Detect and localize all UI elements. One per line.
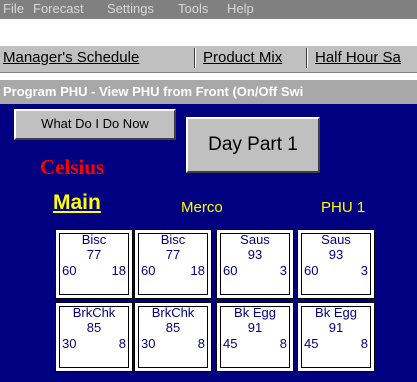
slot-temperature: 85 xyxy=(165,320,181,335)
slot-value-right: 3 xyxy=(279,263,287,278)
tab-strip: Manager's Schedule Product Mix Half Hour… xyxy=(0,45,417,73)
slot-value-left: 45 xyxy=(304,336,319,351)
slot-value-left: 60 xyxy=(62,263,77,278)
main-label: Main xyxy=(53,191,101,214)
program-title-bar: Program PHU - View PHU from Front (On/Of… xyxy=(0,80,417,104)
temperature-unit-label: Celsius xyxy=(40,155,105,179)
what-do-i-do-now-button[interactable]: What Do I Do Now xyxy=(14,109,176,140)
slot-temperature: 91 xyxy=(328,320,344,335)
slot-product: Saus xyxy=(240,232,270,247)
tab-half-hour-sales[interactable]: Half Hour Sa xyxy=(315,49,401,67)
day-part-button[interactable]: Day Part 1 xyxy=(186,117,320,173)
slot-value-left: 30 xyxy=(141,336,156,351)
phu-slot-bisc-2[interactable]: Bisc 77 60 18 xyxy=(134,229,212,299)
slot-temperature: 91 xyxy=(247,320,263,335)
program-title: Program PHU - View PHU from Front (On/Of… xyxy=(3,84,304,99)
tab-separator xyxy=(306,48,308,68)
phu-slot-saus-1[interactable]: Saus 93 60 3 xyxy=(216,229,294,299)
menu-settings[interactable]: Settings xyxy=(107,1,154,17)
phu-slot-brkchk-1[interactable]: BrkChk 85 30 8 xyxy=(55,302,133,372)
slot-temperature: 93 xyxy=(328,247,344,262)
slot-value-right: 18 xyxy=(190,263,205,278)
slot-product: Bk Egg xyxy=(234,305,276,320)
phu-slot-brkchk-2[interactable]: BrkChk 85 30 8 xyxy=(134,302,212,372)
slot-value-left: 45 xyxy=(223,336,238,351)
slot-temperature: 77 xyxy=(86,247,102,262)
phu-slot-saus-2[interactable]: Saus 93 60 3 xyxy=(297,229,375,299)
phu-slot-bisc-1[interactable]: Bisc 77 60 18 xyxy=(55,229,133,299)
slot-value-left: 60 xyxy=(223,263,238,278)
menu-forecast[interactable]: Forecast xyxy=(33,1,84,17)
slot-value-right: 8 xyxy=(197,336,205,351)
slot-temperature: 85 xyxy=(86,320,102,335)
menu-bar: File Forecast Settings Tools Help xyxy=(0,0,417,19)
slot-value-right: 18 xyxy=(111,263,126,278)
phu-label: PHU 1 xyxy=(321,199,366,216)
slot-temperature: 77 xyxy=(165,247,181,262)
slot-value-right: 3 xyxy=(360,263,368,278)
phu-slot-bk-egg-2[interactable]: Bk Egg 91 45 8 xyxy=(297,302,375,372)
menu-help[interactable]: Help xyxy=(227,1,254,17)
slot-product: BrkChk xyxy=(72,305,116,320)
slot-value-right: 8 xyxy=(360,336,368,351)
tab-managers-schedule[interactable]: Manager's Schedule xyxy=(3,49,139,67)
menu-file[interactable]: File xyxy=(3,1,24,17)
slot-value-right: 8 xyxy=(118,336,126,351)
slot-product: Bisc xyxy=(81,232,107,247)
slot-product: Bk Egg xyxy=(315,305,357,320)
app-window: File Forecast Settings Tools Help Manage… xyxy=(0,0,417,382)
slot-value-right: 8 xyxy=(279,336,287,351)
slot-product: BrkChk xyxy=(151,305,195,320)
slot-temperature: 93 xyxy=(247,247,263,262)
phu-slot-bk-egg-1[interactable]: Bk Egg 91 45 8 xyxy=(216,302,294,372)
merco-label: Merco xyxy=(181,199,223,216)
tab-product-mix[interactable]: Product Mix xyxy=(203,49,282,67)
menu-tools[interactable]: Tools xyxy=(178,1,208,17)
slot-value-left: 60 xyxy=(141,263,156,278)
tab-separator xyxy=(194,48,196,68)
slot-value-left: 60 xyxy=(304,263,319,278)
slot-product: Saus xyxy=(321,232,351,247)
slot-product: Bisc xyxy=(160,232,186,247)
slot-value-left: 30 xyxy=(62,336,77,351)
